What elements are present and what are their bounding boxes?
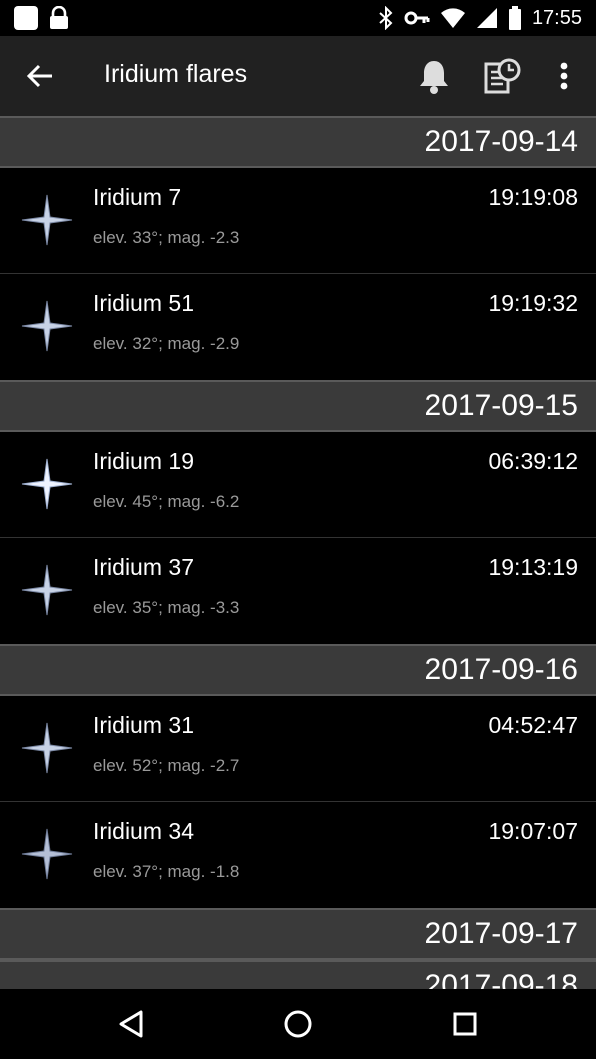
navigation-bar	[0, 989, 596, 1059]
back-arrow-icon[interactable]	[22, 58, 58, 94]
page-title: Iridium flares	[104, 60, 248, 88]
flare-star-icon	[20, 457, 74, 511]
date-header: 2017-09-16	[0, 644, 596, 696]
list-item[interactable]: Iridium 19 06:39:12 elev. 45°; mag. -6.2	[0, 432, 596, 538]
wifi-icon	[440, 6, 466, 30]
flare-detail: elev. 35°; mag. -3.3	[93, 598, 240, 617]
list-item[interactable]: Iridium 31 04:52:47 elev. 52°; mag. -2.7	[0, 696, 596, 802]
date-label: 2017-09-15	[424, 389, 578, 422]
flare-star-icon	[20, 721, 74, 775]
flare-time: 04:52:47	[488, 712, 578, 738]
date-label: 2017-09-17	[424, 917, 578, 950]
schedule-list-icon[interactable]	[482, 56, 522, 96]
notification-square-icon	[14, 6, 38, 30]
home-circle-icon[interactable]	[278, 1004, 318, 1044]
satellite-name: Iridium 7	[93, 184, 182, 210]
flare-time: 19:07:07	[488, 818, 578, 844]
flare-star-icon	[20, 827, 74, 881]
flare-star-icon	[20, 299, 74, 353]
flare-detail: elev. 52°; mag. -2.7	[93, 756, 240, 775]
flare-detail: elev. 33°; mag. -2.3	[93, 228, 240, 247]
date-header: 2017-09-18	[0, 960, 596, 989]
clock-time: 17:55	[531, 6, 582, 29]
status-bar: 17:55	[0, 0, 596, 36]
date-header: 2017-09-15	[0, 380, 596, 432]
flare-detail: elev. 32°; mag. -2.9	[93, 334, 240, 353]
more-vert-icon[interactable]	[548, 56, 580, 96]
list-item[interactable]: Iridium 7 19:19:08 elev. 33°; mag. -2.3	[0, 168, 596, 274]
list-item[interactable]: Iridium 34 19:07:07 elev. 37°; mag. -1.8	[0, 802, 596, 908]
satellite-name: Iridium 37	[93, 554, 194, 580]
back-triangle-icon[interactable]	[111, 1004, 151, 1044]
vpn-key-icon	[404, 6, 430, 30]
flare-star-icon	[20, 193, 74, 247]
flare-star-icon	[20, 563, 74, 617]
flare-detail: elev. 37°; mag. -1.8	[93, 862, 240, 881]
flare-time: 06:39:12	[488, 448, 578, 474]
recents-square-icon[interactable]	[445, 1004, 485, 1044]
list-item[interactable]: Iridium 51 19:19:32 elev. 32°; mag. -2.9	[0, 274, 596, 380]
flare-time: 19:19:32	[488, 290, 578, 316]
signal-icon	[476, 6, 498, 30]
bell-icon[interactable]	[414, 56, 454, 96]
flare-time: 19:13:19	[488, 554, 578, 580]
date-header: 2017-09-14	[0, 116, 596, 168]
date-label: 2017-09-16	[424, 653, 578, 686]
satellite-name: Iridium 51	[93, 290, 194, 316]
flare-list[interactable]: 2017-09-14 Iridium 7 19:19:08 elev. 33°;…	[0, 116, 596, 989]
lock-icon	[48, 6, 70, 30]
list-item[interactable]: Iridium 37 19:13:19 elev. 35°; mag. -3.3	[0, 538, 596, 644]
flare-detail: elev. 45°; mag. -6.2	[93, 492, 240, 511]
date-header: 2017-09-17	[0, 908, 596, 960]
date-label: 2017-09-18	[424, 969, 578, 989]
satellite-name: Iridium 34	[93, 818, 194, 844]
satellite-name: Iridium 31	[93, 712, 194, 738]
flare-time: 19:19:08	[488, 184, 578, 210]
satellite-name: Iridium 19	[93, 448, 194, 474]
bluetooth-icon	[378, 6, 394, 30]
app-toolbar: Iridium flares	[0, 36, 596, 116]
date-label: 2017-09-14	[424, 125, 578, 158]
battery-icon	[508, 6, 522, 30]
